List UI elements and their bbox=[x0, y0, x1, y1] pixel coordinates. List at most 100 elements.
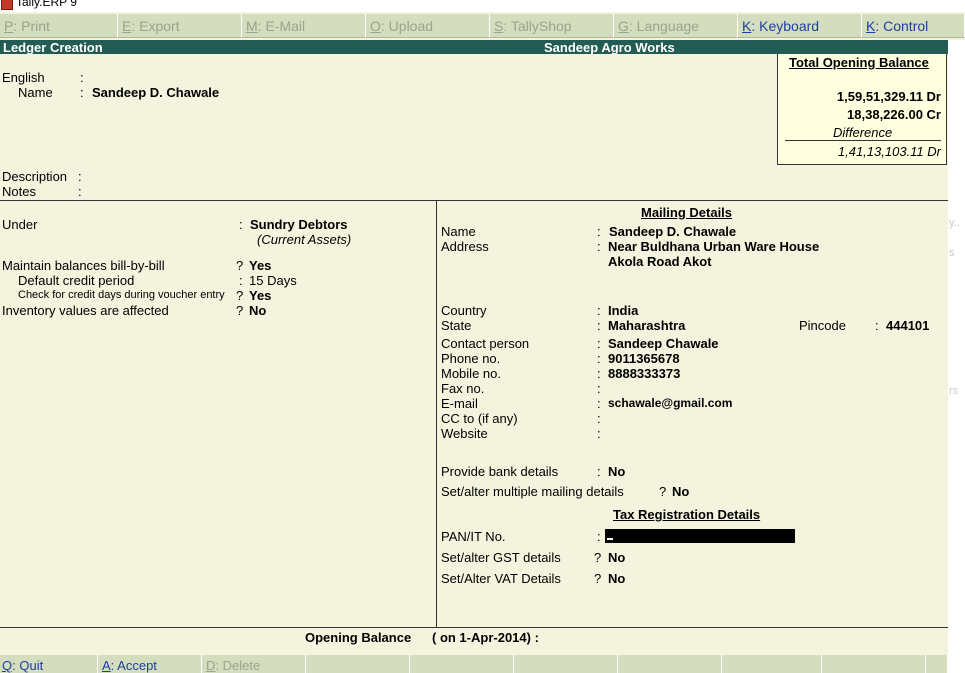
footer-empty-button-1[interactable] bbox=[306, 655, 410, 673]
notes-separator[interactable]: : bbox=[78, 184, 82, 199]
gst-label: Set/alter GST details bbox=[441, 550, 561, 565]
website-input[interactable]: : bbox=[597, 426, 601, 441]
keyboard-label: : Keyboard bbox=[751, 18, 820, 34]
export-button[interactable]: E: Export bbox=[118, 14, 242, 38]
total-opening-balance-box: Total Opening Balance 1,59,51,329.11 Dr … bbox=[777, 54, 947, 165]
mailing-name-input[interactable]: Sandeep D. Chawale bbox=[609, 224, 736, 239]
description-separator[interactable]: : bbox=[78, 169, 82, 184]
email-button[interactable]: M: E-Mail bbox=[242, 14, 366, 38]
vat-q: ? bbox=[594, 571, 602, 586]
multi-mailing-q: ? bbox=[659, 484, 667, 499]
gst-input[interactable]: No bbox=[608, 550, 625, 565]
footer-empty-button-4[interactable] bbox=[618, 655, 722, 673]
address-line2-input[interactable]: Akola Road Akot bbox=[608, 254, 712, 269]
print-hotkey: P bbox=[4, 18, 14, 34]
accept-button[interactable]: A: Accept bbox=[98, 655, 202, 673]
tob-difference-value: 1,41,13,103.11 Dr bbox=[837, 144, 941, 159]
faded-text-a: y.. bbox=[949, 217, 960, 229]
address-line1-input[interactable]: Near Buldhana Urban Ware House bbox=[608, 239, 819, 254]
section-divider bbox=[0, 200, 948, 201]
mailing-name-separator: : bbox=[597, 224, 601, 239]
bank-details-separator: : bbox=[597, 464, 601, 479]
footer-empty-button-3[interactable] bbox=[514, 655, 618, 673]
upload-button[interactable]: O: Upload bbox=[366, 14, 490, 38]
upload-hotkey: O bbox=[370, 18, 381, 34]
company-name: Sandeep Agro Works bbox=[544, 40, 675, 55]
cc-label: CC to (if any) bbox=[441, 411, 518, 426]
opening-balance-date[interactable]: ( on 1-Apr-2014) : bbox=[432, 630, 539, 645]
phone-label: Phone no. bbox=[441, 351, 501, 366]
vat-label: Set/Alter VAT Details bbox=[441, 571, 561, 586]
fax-label: Fax no. bbox=[441, 381, 485, 396]
phone-separator: : bbox=[597, 351, 601, 366]
check-credit-input[interactable]: Yes bbox=[249, 288, 271, 303]
quit-hotkey: Q bbox=[2, 658, 13, 673]
state-input[interactable]: Maharashtra bbox=[608, 318, 685, 333]
quit-button[interactable]: Q: Quit bbox=[0, 655, 98, 673]
multi-mailing-input[interactable]: No bbox=[672, 484, 689, 499]
control-centre-button[interactable]: K: Control Centre bbox=[862, 14, 965, 38]
window-titlebar: Tally.ERP 9 bbox=[0, 0, 965, 12]
under-input[interactable]: Sundry Debtors bbox=[250, 217, 348, 232]
name-separator: : bbox=[80, 85, 84, 100]
address-separator: : bbox=[597, 239, 601, 254]
footer-empty-button-5[interactable] bbox=[722, 655, 822, 673]
mailing-name-label: Name bbox=[441, 224, 476, 239]
print-button[interactable]: P: Print bbox=[0, 14, 118, 38]
footer-empty-button-2[interactable] bbox=[410, 655, 514, 673]
check-credit-q: ? bbox=[236, 288, 244, 303]
bill-by-bill-input[interactable]: Yes bbox=[249, 258, 271, 273]
pan-label: PAN/IT No. bbox=[441, 529, 506, 544]
email-input[interactable]: schawale@gmail.com bbox=[608, 396, 732, 410]
email-label: E-mail bbox=[441, 396, 478, 411]
language-hotkey: G bbox=[618, 18, 629, 34]
name-input[interactable]: Sandeep D. Chawale bbox=[92, 85, 219, 100]
vat-input[interactable]: No bbox=[608, 571, 625, 586]
notes-label: Notes bbox=[2, 184, 36, 199]
email-separator: : bbox=[597, 396, 601, 411]
footer-empty-button-7[interactable] bbox=[926, 655, 948, 673]
email-hotkey: M bbox=[246, 18, 258, 34]
multi-mailing-label: Set/alter multiple mailing details bbox=[441, 484, 624, 499]
tob-dr-value: 1,59,51,329.11 Dr bbox=[836, 89, 941, 104]
pincode-input[interactable]: 444101 bbox=[886, 318, 929, 333]
country-separator: : bbox=[597, 303, 601, 318]
mobile-separator: : bbox=[597, 366, 601, 381]
opening-balance-label: Opening Balance bbox=[305, 630, 412, 645]
tally-app-icon bbox=[1, 0, 13, 10]
keyboard-button[interactable]: K: Keyboard bbox=[738, 14, 862, 38]
pincode-separator: : bbox=[875, 318, 879, 333]
phone-input[interactable]: 9011365678 bbox=[608, 351, 680, 366]
column-divider bbox=[436, 200, 437, 627]
tallyshop-button[interactable]: S: TallyShop bbox=[490, 14, 614, 38]
control-centre-hotkey: K bbox=[866, 18, 876, 34]
accept-hotkey: A bbox=[102, 658, 111, 673]
pan-input[interactable] bbox=[605, 529, 795, 543]
delete-label: : Delete bbox=[215, 658, 261, 673]
cc-input[interactable]: : bbox=[597, 411, 601, 426]
delete-button[interactable]: D: Delete bbox=[202, 655, 306, 673]
credit-period-input[interactable]: 15 Days bbox=[249, 273, 297, 288]
gst-q: ? bbox=[594, 550, 602, 565]
country-input[interactable]: India bbox=[608, 303, 638, 318]
tob-divider bbox=[785, 140, 941, 141]
website-label: Website bbox=[441, 426, 488, 441]
footer-empty-button-6[interactable] bbox=[822, 655, 926, 673]
language-label: : Language bbox=[628, 18, 699, 34]
pan-separator: : bbox=[597, 529, 601, 544]
inventory-input[interactable]: No bbox=[249, 303, 266, 318]
footer-button-bar: Q: Quit A: Accept D: Delete bbox=[0, 655, 948, 673]
fax-input[interactable]: : bbox=[597, 381, 601, 396]
contact-person-input[interactable]: Sandeep Chawale bbox=[608, 336, 719, 351]
mobile-input[interactable]: 8888333373 bbox=[608, 366, 680, 381]
bill-by-bill-label: Maintain balances bill-by-bill bbox=[2, 258, 165, 273]
bank-details-input[interactable]: No bbox=[608, 464, 625, 479]
mobile-label: Mobile no. bbox=[441, 366, 501, 381]
english-separator: : bbox=[80, 70, 84, 85]
tob-cr-value: 18,38,226.00 Cr bbox=[847, 107, 941, 122]
credit-period-separator: : bbox=[239, 273, 243, 288]
faded-text-c: rs bbox=[949, 385, 959, 397]
faded-text-b: s bbox=[949, 247, 955, 259]
language-button[interactable]: G: Language bbox=[614, 14, 738, 38]
screen-title: Ledger Creation bbox=[3, 40, 103, 55]
